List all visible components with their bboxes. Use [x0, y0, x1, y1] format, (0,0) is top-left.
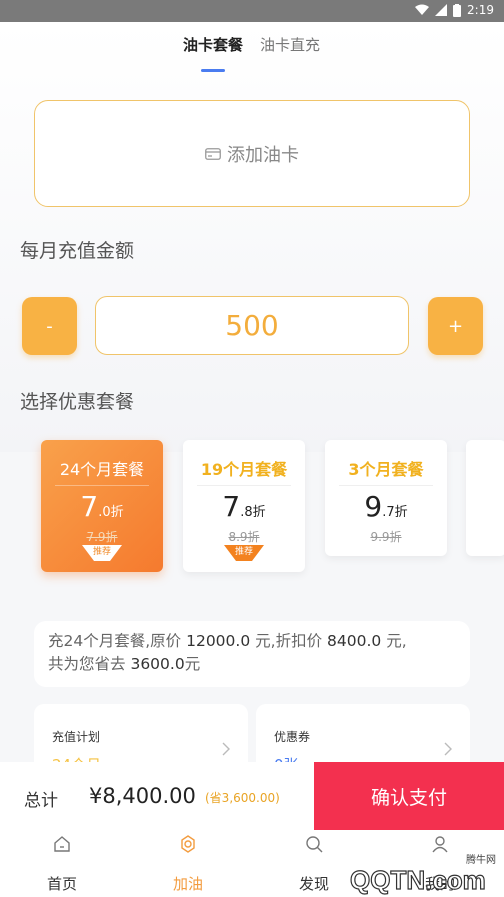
package-name: 24个月套餐: [59, 460, 145, 479]
summary-discount-price: 8400.0: [327, 632, 382, 650]
tab-active-indicator: [201, 69, 225, 72]
package-name: 3个月套餐: [348, 460, 424, 479]
add-fuel-card-label: 添加油卡: [227, 144, 299, 166]
package-discount-major: 7: [222, 490, 241, 523]
package-discount: 9.7折: [325, 490, 447, 523]
package-original-discount: 9.9折: [370, 530, 402, 544]
card-icon: [205, 147, 221, 160]
monthly-amount-title: 每月充值金额: [20, 240, 135, 262]
confirm-payment-button[interactable]: 确认支付: [314, 762, 504, 830]
wifi-icon: [415, 4, 430, 15]
chevron-right-icon: [222, 742, 230, 760]
nav-label-fuel: 加油: [172, 875, 203, 893]
summary-original-price: 12000.0: [186, 632, 251, 650]
status-bar: 2:19: [0, 0, 504, 22]
recommend-badge: 推荐: [224, 545, 264, 561]
package-card-3-months[interactable]: 3个月套餐 9.7折 9.9折: [325, 440, 447, 556]
fuel-icon: [181, 835, 195, 853]
tab-bar: 油卡套餐 油卡直充: [0, 34, 504, 74]
status-icons: 2:19: [415, 3, 494, 17]
package-original-discount: 7.9折: [86, 530, 118, 544]
package-card-19-months[interactable]: 19个月套餐 7.8折 8.9折 推荐: [183, 440, 305, 572]
summary-saved-amount: 3600.0: [130, 655, 185, 673]
battery-icon: [453, 3, 462, 17]
status-time: 2:19: [467, 3, 494, 17]
summary-text-5: 元: [184, 655, 201, 673]
package-discount: 7.8折: [183, 490, 305, 523]
nav-label-home: 首页: [46, 875, 77, 893]
package-divider: [197, 485, 291, 486]
tab-fuel-card-direct-recharge[interactable]: 油卡直充: [260, 34, 320, 55]
coupon-title: 优惠券: [274, 730, 311, 744]
summary-text-3: 元,: [386, 632, 407, 650]
home-icon: [54, 836, 70, 852]
package-select-title: 选择优惠套餐: [20, 391, 135, 413]
summary-text-4: 共为您省去: [48, 655, 126, 673]
package-discount-minor: .7折: [382, 505, 408, 520]
watermark-text: QQTN.com: [350, 865, 486, 895]
package-discount: 7.0折: [41, 490, 163, 523]
package-discount-minor: .0折: [98, 505, 124, 520]
watermark-logo: 腾牛网 QQTN.com: [349, 853, 496, 895]
package-divider: [55, 485, 149, 486]
package-discount-major: 7: [80, 490, 99, 523]
increase-amount-button[interactable]: +: [428, 297, 483, 355]
package-discount-minor: .8折: [240, 505, 266, 520]
total-label: 总计: [24, 791, 58, 811]
package-divider: [339, 485, 433, 486]
tab-fuel-card-package[interactable]: 油卡套餐: [183, 34, 243, 55]
package-name: 19个月套餐: [200, 460, 288, 479]
payment-bar: 总计 ¥8,400.00 (省3,600.00) 确认支付: [0, 762, 504, 830]
package-card-24-months[interactable]: 24个月套餐 7.0折 7.9折 推荐: [41, 440, 163, 572]
package-card-next-partial[interactable]: [466, 440, 504, 556]
signal-icon: [435, 4, 448, 16]
recommend-badge: 推荐: [82, 545, 122, 561]
saved-amount: (省3,600.00): [205, 791, 280, 805]
summary-text-2: 元,折扣价: [255, 632, 323, 650]
total-amount: ¥8,400.00: [89, 784, 196, 808]
chevron-right-icon: [444, 742, 452, 760]
add-fuel-card-button[interactable]: 添加油卡: [34, 100, 470, 207]
summary-text-1: 充24个月套餐,原价: [48, 632, 182, 650]
package-summary: 充24个月套餐,原价 12000.0 元,折扣价 8400.0 元, 共为您省去…: [34, 621, 470, 687]
package-discount-major: 9: [364, 490, 383, 523]
monthly-amount-input[interactable]: 500: [95, 296, 409, 355]
decrease-amount-button[interactable]: -: [22, 297, 77, 355]
package-original-discount: 8.9折: [228, 530, 260, 544]
recharge-plan-title: 充值计划: [52, 730, 101, 744]
